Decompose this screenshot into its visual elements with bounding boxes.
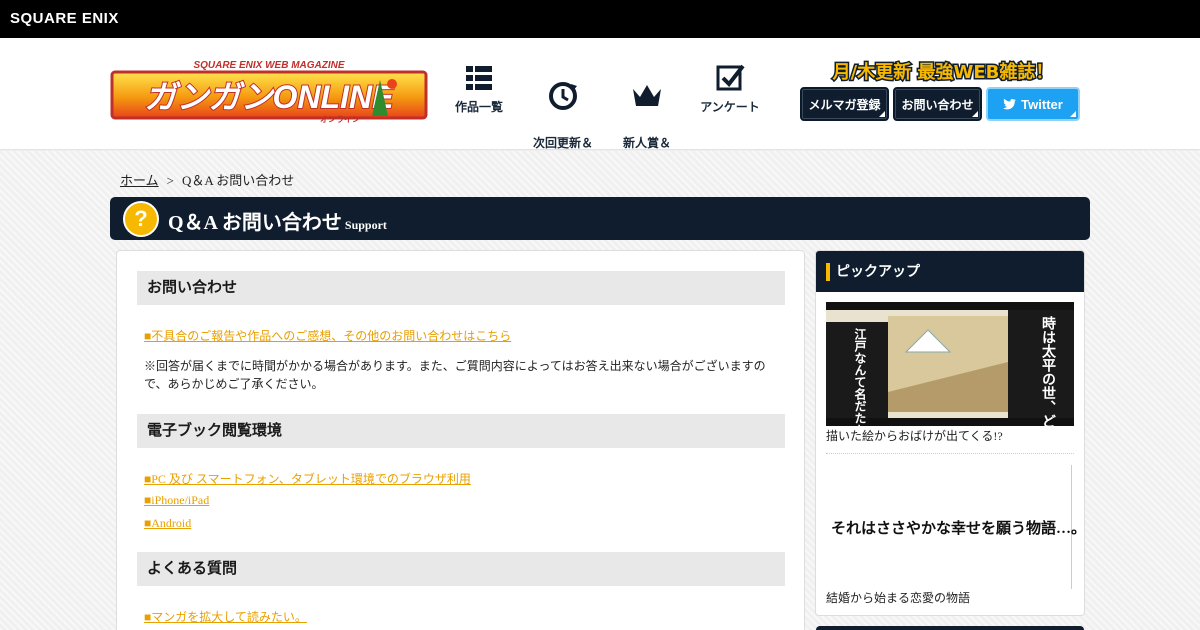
breadcrumb-current: Q＆A お問い合わせ [181,173,295,188]
grid-list-icon [466,66,492,90]
newsletter-button[interactable]: メルマガ登録 [800,87,889,121]
pickup-heading: ピックアップ [816,251,1084,292]
nav-works-label: 作品一覧 [454,100,503,114]
section-heading-faq: よくある質問 [137,552,785,586]
crown-icon [633,85,661,106]
page-title-bar: ? Q＆A お問い合わせ Support [110,197,1090,240]
nav-survey-label: アンケート [700,100,760,114]
next-sidebar-widget [816,626,1084,630]
corner-arrow-icon [972,111,978,117]
top-bar: SQUARE ENIX [0,0,1200,38]
nav-survey[interactable]: アンケート [690,62,770,116]
checkbox-icon [716,64,745,91]
logo-subtitle: SQUARE ENIX WEB MAGAZINE [193,60,344,71]
ebook-browser-link[interactable]: ■PC 及び スマートフォン、タブレット環境でのブラウザ利用 [144,470,471,487]
ebook-iphone-link[interactable]: ■iPhone/iPad [144,493,209,508]
pickup-divider [826,453,1074,454]
pickup-banner-2-text: それはささやかな幸せを願う物語…。 [831,521,1085,537]
tagline-text: 月/木更新 最強WEB雑誌！ [832,61,1054,83]
page-title-text: Q＆A お問い合わせ [168,212,342,234]
ebook-android-link[interactable]: ■Android [144,516,191,531]
nav-works-list[interactable]: 作品一覧 [439,62,519,116]
pickup-banner-1[interactable]: 江戸なんて名だたかもしれません 時は太平の世、ど真ん中 [826,302,1074,426]
site-header: SQUARE ENIX WEB MAGAZINE ガンガンONLINE オンライ… [0,38,1200,168]
contact-button[interactable]: お問い合わせ [893,87,982,121]
faq-zoom-link[interactable]: ■マンガを拡大して読みたい。 [144,608,307,625]
twitter-button[interactable]: Twitter [986,87,1080,121]
section-heading-contact: お問い合わせ [137,271,785,305]
gangan-online-logo[interactable]: SQUARE ENIX WEB MAGAZINE ガンガンONLINE オンライ… [110,58,428,124]
response-time-note: ※回答が届くまでに時間がかかる場合があります。また、ご質問内容によってはお答え出… [144,359,766,391]
pickup-1-banner-text-right: 時は太平の世、ど真ん中 [1040,315,1056,426]
page-title: Q＆A お問い合わせ Support [168,206,387,235]
contact-label: お問い合わせ [901,97,974,112]
question-mark-icon: ? [123,201,159,237]
logo-ruby: オンライン [320,115,360,124]
history-clock-icon [549,82,577,110]
pickup-1-banner-text-left: 江戸なんて名だたかもしれません [853,327,867,426]
pickup-banner-2[interactable]: それはささやかな幸せを願う物語…。 [826,465,1084,589]
main-panel: お問い合わせ ■不具合のご報告や作品へのご感想、その他のお問い合わせはこちら ※… [116,250,805,630]
square-enix-logo[interactable]: SQUARE ENIX [10,10,119,27]
contact-form-link[interactable]: ■不具合のご報告や作品へのご感想、その他のお問い合わせはこちら [144,327,511,344]
page-subtitle: Support [344,218,387,232]
breadcrumb-home[interactable]: ホーム [120,173,159,188]
corner-arrow-icon [1070,111,1076,117]
corner-arrow-icon [879,111,885,117]
section-heading-ebook: 電子ブック閲覧環境 [137,414,785,448]
breadcrumb: ホーム > Q＆A お問い合わせ [120,170,294,189]
pickup-caption-2[interactable]: 結婚から始まる恋愛の物語 [826,589,970,606]
pickup-sidebar: ピックアップ 江戸なんて名だたかもしれません 時は太平の世、ど真ん中 描いた絵か… [815,250,1085,616]
pickup-caption-1[interactable]: 描いた絵からおばけが出てくる!? [826,427,1003,444]
breadcrumb-separator: > [166,173,174,188]
logo-main: ガンガンONLINE [145,79,396,115]
tagline-banner: 月/木更新 最強WEB雑誌！ [830,60,1055,85]
newsletter-label: メルマガ登録 [808,97,881,112]
twitter-label: Twitter [1021,96,1063,112]
twitter-bird-icon [1003,98,1017,110]
